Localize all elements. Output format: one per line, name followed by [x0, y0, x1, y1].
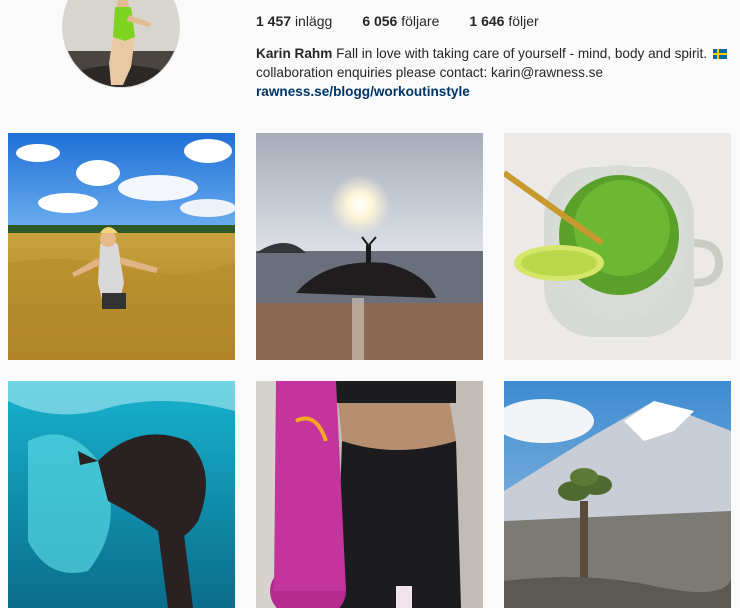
following-count-label: följer	[508, 13, 539, 29]
profile-bio: Karin Rahm Fall in love with taking care…	[256, 44, 736, 101]
bio-text: Fall in love with taking care of yoursel…	[336, 46, 711, 61]
followers-count[interactable]: 6 056 följare	[362, 13, 439, 29]
avatar-photo	[63, 0, 179, 87]
profile-stats: 1 457 inlägg 6 056 följare 1 646 följer	[256, 13, 569, 29]
profile-full-name: Karin Rahm	[256, 46, 333, 61]
post-tile[interactable]	[256, 133, 483, 360]
followers-count-value: 6 056	[362, 13, 398, 29]
post-tile[interactable]	[504, 133, 731, 360]
mountain-landscape-photo	[504, 381, 731, 608]
post-tile[interactable]	[8, 133, 235, 360]
underwater-photo	[8, 381, 235, 608]
posts-count: 1 457 inlägg	[256, 13, 332, 29]
green-smoothie-photo	[504, 133, 731, 360]
sweden-flag-icon	[712, 49, 727, 59]
wheat-field-photo	[8, 133, 235, 360]
posts-count-value: 1 457	[256, 13, 292, 29]
post-tile[interactable]	[8, 381, 235, 608]
post-tile[interactable]	[256, 381, 483, 608]
following-count[interactable]: 1 646 följer	[469, 13, 538, 29]
beach-sunset-photo	[256, 133, 483, 360]
profile-avatar[interactable]	[62, 0, 180, 88]
following-count-value: 1 646	[469, 13, 505, 29]
followers-count-label: följare	[401, 13, 440, 29]
profile-website-link[interactable]: rawness.se/blogg/workoutinstyle	[256, 82, 736, 101]
bio-contact: collaboration enquiries please contact: …	[256, 65, 604, 80]
posts-count-label: inlägg	[294, 13, 333, 29]
post-tile[interactable]	[504, 381, 731, 608]
yoga-mat-photo	[256, 381, 483, 608]
